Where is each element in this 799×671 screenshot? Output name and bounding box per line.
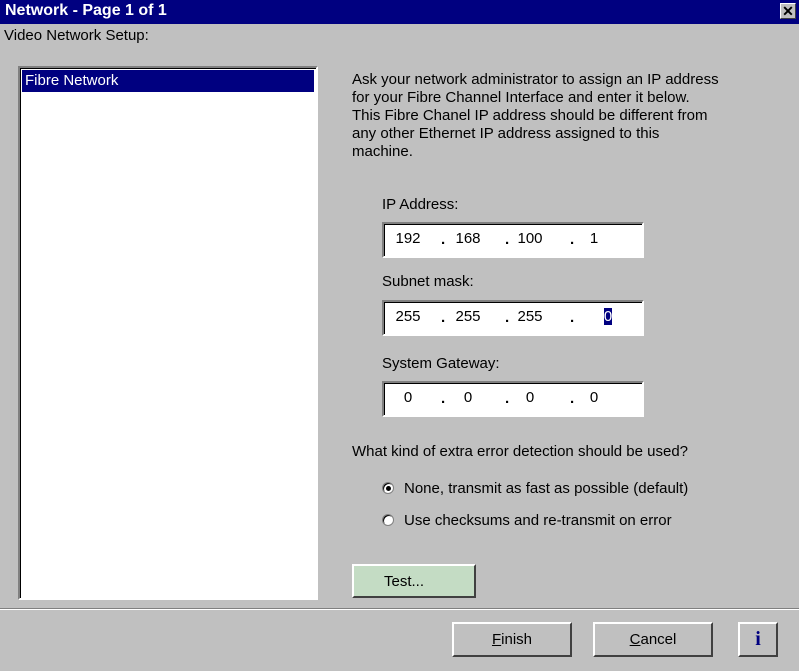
instructions-line: Ask your network administrator to assign… [352,71,719,88]
octet-separator: . [505,309,510,326]
finish-label: inish [501,631,533,648]
video-network-setup-label: Video Network Setup: [4,27,149,44]
cancel-accelerator: C [629,631,641,648]
octet-separator: . [505,390,510,407]
cancel-label: ancel [640,631,677,648]
system-gateway-label: System Gateway: [382,355,500,372]
gateway-octet-3[interactable]: 0 [510,389,550,406]
subnet-mask-label: Subnet mask: [382,273,474,290]
cancel-button[interactable]: Cancel [593,622,713,657]
radio-unchecked-icon[interactable] [382,514,394,526]
instructions-line: any other Ethernet IP address assigned t… [352,125,660,142]
radio-checked-icon[interactable] [382,482,394,494]
subnet-octet-2[interactable]: 255 [448,308,488,325]
info-button[interactable]: i [738,622,778,657]
radio-option-label: Use checksums and re-transmit on error [404,511,672,529]
octet-separator: . [570,309,575,326]
info-icon: i [755,628,761,650]
ip-octet-4[interactable]: 1 [574,230,614,247]
ip-octet-1[interactable]: 192 [388,230,428,247]
subnet-mask-field[interactable]: 255 . 255 . 255 . 0 [382,300,644,336]
test-button[interactable]: Test... [352,564,476,598]
error-detection-question: What kind of extra error detection shoul… [352,443,689,460]
instructions-line: This Fibre Chanel IP address should be d… [352,107,708,124]
ip-address-label: IP Address: [382,196,459,213]
gateway-octet-1[interactable]: 0 [388,389,428,406]
octet-separator: . [505,231,510,248]
ip-address-field[interactable]: 192 . 168 . 100 . 1 [382,222,644,258]
instructions-line: for your Fibre Channel Interface and ent… [352,89,690,106]
radio-option-none[interactable]: None, transmit as fast as possible (defa… [382,478,688,498]
close-button[interactable]: ✕ [780,3,796,19]
radio-option-checksums[interactable]: Use checksums and re-transmit on error [382,510,672,530]
ip-octet-3[interactable]: 100 [510,230,550,247]
system-gateway-field[interactable]: 0 . 0 . 0 . 0 [382,381,644,417]
finish-button[interactable]: Finish [452,622,572,657]
network-list[interactable]: Fibre Network [18,66,318,600]
subnet-octet-4[interactable]: 0 [588,308,628,325]
list-item-fibre-network[interactable]: Fibre Network [22,70,314,92]
window-title: Network - Page 1 of 1 [5,2,167,19]
ip-octet-2[interactable]: 168 [448,230,488,247]
octet-separator: . [441,309,446,326]
gateway-octet-2[interactable]: 0 [448,389,488,406]
selected-text: 0 [603,308,613,325]
title-bar: Network - Page 1 of 1 ✕ [0,0,799,24]
octet-separator: . [441,231,446,248]
subnet-octet-1[interactable]: 255 [388,308,428,325]
radio-option-label: None, transmit as fast as possible (defa… [404,479,689,497]
subnet-octet-3[interactable]: 255 [510,308,550,325]
instructions-line: machine. [352,143,413,160]
finish-accelerator: F [491,631,502,648]
separator-line-highlight [0,609,799,610]
close-icon: ✕ [782,3,794,19]
instructions-text: Ask your network administrator to assign… [352,71,792,161]
octet-separator: . [441,390,446,407]
gateway-octet-4[interactable]: 0 [574,389,614,406]
